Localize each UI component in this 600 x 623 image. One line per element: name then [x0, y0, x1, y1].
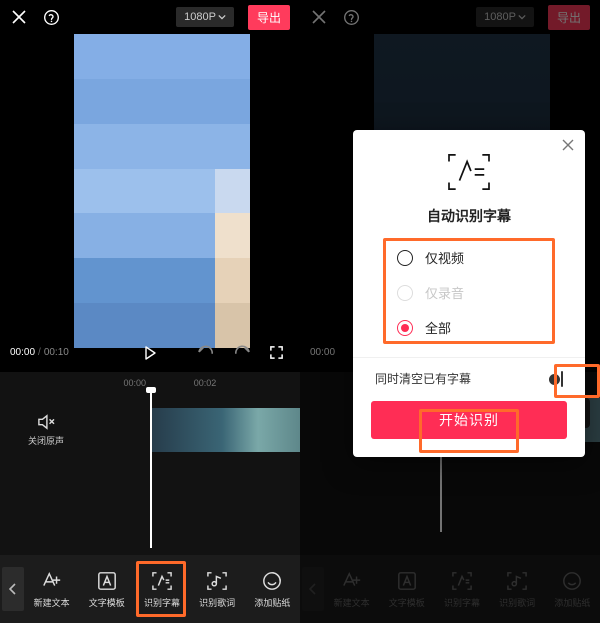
option-video-only[interactable]: 仅视频: [371, 240, 567, 275]
clear-existing-row: 同时清空已有字幕: [371, 370, 567, 387]
chevron-left-icon: [9, 583, 17, 595]
toolbar-item-recognize-lyrics[interactable]: 识别歌词: [195, 564, 239, 615]
dialog-close-button[interactable]: [561, 138, 575, 152]
video-clip[interactable]: [150, 408, 300, 452]
toolbar-item-add-sticker[interactable]: 添加贴纸: [250, 564, 294, 615]
option-all[interactable]: 全部: [371, 310, 567, 345]
subtitle-recognize-icon: [151, 570, 173, 592]
radio-icon: [397, 285, 413, 301]
redo-button[interactable]: [233, 345, 251, 360]
recognize-subtitle-dialog: 自动识别字幕 仅视频 仅录音 全部 同时清空已有字幕: [353, 130, 585, 457]
toolbar-item-recognize-subtitle[interactable]: 识别字幕: [140, 564, 184, 615]
toolbar-item-new-text[interactable]: 新建文本: [30, 564, 74, 615]
header-bar: 1080P 导出: [0, 0, 300, 34]
time-total: 00:10: [44, 347, 69, 358]
sticker-icon: [261, 570, 283, 592]
editor-screen-right: 1080P 导出 00:00 + 新建文本: [300, 0, 600, 623]
chevron-down-icon: [218, 13, 226, 21]
help-icon[interactable]: [42, 8, 60, 26]
export-button[interactable]: 导出: [248, 5, 290, 30]
play-button[interactable]: [143, 346, 157, 360]
close-icon[interactable]: [10, 8, 28, 26]
video-preview[interactable]: [74, 34, 250, 348]
bottom-toolbar: 新建文本 文字模板 识别字幕 识别歌词 添加贴纸: [0, 555, 300, 623]
toolbar-item-text-template[interactable]: 文字模板: [85, 564, 129, 615]
undo-button[interactable]: [197, 345, 215, 360]
text-plus-icon: [41, 570, 63, 592]
preview-area: 00:00 / 00:10: [0, 34, 300, 372]
editor-screen-left: 1080P 导出 00:00 / 00:10: [0, 0, 300, 623]
time-current: 00:00: [10, 347, 35, 358]
start-recognize-button[interactable]: 开始识别: [371, 401, 567, 439]
time-ruler[interactable]: 00:00 00:02: [0, 372, 300, 388]
lyrics-recognize-icon: [206, 570, 228, 592]
dialog-hero-icon: [371, 152, 567, 192]
option-audio-only: 仅录音: [371, 275, 567, 310]
radio-icon: [397, 250, 413, 266]
playhead[interactable]: [150, 388, 152, 548]
timeline: 00:00 00:02 关闭原声: [0, 372, 300, 555]
transport-bar: 00:00 / 00:10: [10, 347, 290, 358]
resolution-label: 1080P: [184, 11, 216, 23]
dialog-title: 自动识别字幕: [371, 206, 567, 226]
mosaic-overlay: [74, 34, 250, 348]
clear-existing-toggle[interactable]: [561, 371, 563, 387]
radio-selected-icon: [397, 320, 413, 336]
mute-original-audio[interactable]: 关闭原声: [28, 414, 64, 447]
fullscreen-button[interactable]: [269, 345, 284, 360]
resolution-button[interactable]: 1080P: [176, 7, 234, 27]
toolbar-back-button[interactable]: [2, 567, 24, 611]
speaker-mute-icon: [37, 414, 55, 430]
text-template-icon: [96, 570, 118, 592]
